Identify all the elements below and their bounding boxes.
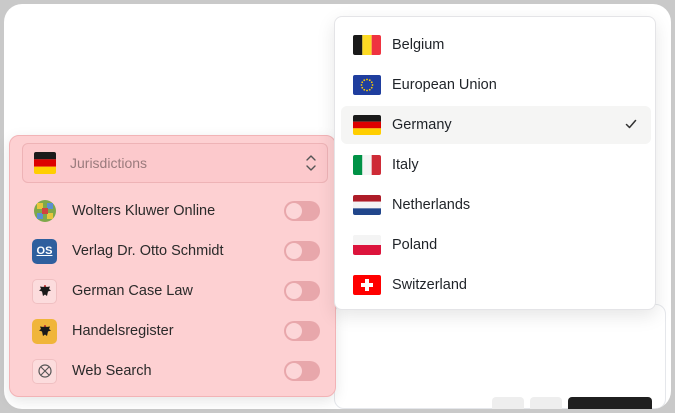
source-row-wolters-kluwer[interactable]: Wolters Kluwer Online xyxy=(32,197,322,225)
source-row-handelsregister[interactable]: Handelsregister xyxy=(32,317,322,345)
belgium-flag-icon xyxy=(353,35,381,55)
source-label: Web Search xyxy=(72,363,152,379)
option-italy[interactable]: Italy xyxy=(341,146,651,184)
option-belgium[interactable]: Belgium xyxy=(341,26,651,64)
sources-panel: Jurisdictions Wolters Kluwer Online OS V… xyxy=(9,135,336,397)
source-toggle[interactable] xyxy=(284,361,320,381)
background-button[interactable] xyxy=(530,397,562,409)
source-label: Wolters Kluwer Online xyxy=(72,203,216,219)
federal-eagle-icon xyxy=(32,278,57,304)
otto-schmidt-icon-text: OS xyxy=(36,245,53,257)
germany-flag-icon xyxy=(353,115,381,135)
checkmark-icon xyxy=(623,117,639,134)
option-netherlands[interactable]: Netherlands xyxy=(341,186,651,224)
jurisdictions-select[interactable]: Jurisdictions xyxy=(22,143,328,183)
source-toggle[interactable] xyxy=(284,201,320,221)
option-european-union[interactable]: European Union xyxy=(341,66,651,104)
option-poland[interactable]: Poland xyxy=(341,226,651,264)
option-switzerland[interactable]: Switzerland xyxy=(341,266,651,304)
globe-icon xyxy=(32,358,57,384)
source-toggle[interactable] xyxy=(284,241,320,261)
background-composer-panel xyxy=(334,304,666,409)
switzerland-flag-icon xyxy=(353,275,381,295)
background-submit-button[interactable] xyxy=(568,397,652,409)
otto-schmidt-icon: OS xyxy=(32,238,57,264)
italy-flag-icon xyxy=(353,155,381,175)
source-toggle[interactable] xyxy=(284,321,320,341)
option-label: European Union xyxy=(392,77,497,93)
wolters-kluwer-icon xyxy=(32,199,57,224)
source-toggle[interactable] xyxy=(284,281,320,301)
source-label: Handelsregister xyxy=(72,323,174,339)
source-row-german-case-law[interactable]: German Case Law xyxy=(32,277,322,305)
poland-flag-icon xyxy=(353,235,381,255)
federal-eagle-icon xyxy=(32,318,57,344)
option-label: Italy xyxy=(392,157,419,173)
netherlands-flag-icon xyxy=(353,195,381,215)
jurisdiction-dropdown: Belgium European Union Germany Italy Net… xyxy=(334,16,656,310)
option-label: Belgium xyxy=(392,37,445,53)
option-label: Germany xyxy=(392,117,452,133)
source-label: German Case Law xyxy=(72,283,193,299)
jurisdictions-label: Jurisdictions xyxy=(70,155,148,171)
source-row-web-search[interactable]: Web Search xyxy=(32,357,322,385)
option-germany[interactable]: Germany xyxy=(341,106,651,144)
source-row-otto-schmidt[interactable]: OS Verlag Dr. Otto Schmidt xyxy=(32,237,322,265)
option-label: Switzerland xyxy=(392,277,467,293)
source-label: Verlag Dr. Otto Schmidt xyxy=(72,243,224,259)
option-label: Netherlands xyxy=(392,197,471,213)
chevron-up-down-icon xyxy=(305,154,317,172)
option-label: Poland xyxy=(392,237,438,253)
background-button[interactable] xyxy=(492,397,524,409)
germany-flag-icon xyxy=(34,152,56,174)
eu-flag-icon xyxy=(353,75,381,95)
